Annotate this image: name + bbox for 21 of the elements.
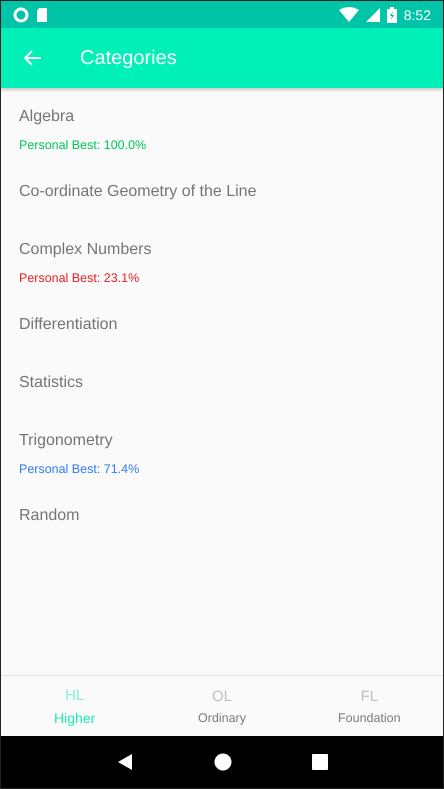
back-icon[interactable] xyxy=(116,753,134,771)
status-time: 8:52 xyxy=(404,6,431,22)
category-item[interactable]: Differentiation xyxy=(19,314,118,336)
battery-icon xyxy=(386,6,397,22)
circle-icon xyxy=(13,6,29,22)
personal-best-score: Personal Best: 23.1% xyxy=(19,270,140,286)
sd-card-icon xyxy=(36,6,48,22)
category-item[interactable]: Trigonometry xyxy=(19,430,113,452)
category-item[interactable]: Random xyxy=(19,505,80,527)
personal-best-score: Personal Best: 100.0% xyxy=(19,137,146,153)
category-item[interactable]: Co-ordinate Geometry of the Line xyxy=(19,181,256,203)
screen-title: Categories xyxy=(80,46,177,70)
signal-icon xyxy=(366,8,380,22)
category-item[interactable]: Complex Numbers xyxy=(19,239,152,261)
category-item[interactable]: Algebra xyxy=(19,106,74,128)
category-item[interactable]: Statistics xyxy=(19,372,84,394)
level-tab[interactable]: OL Ordinary xyxy=(148,676,296,736)
home-icon[interactable] xyxy=(214,753,232,771)
level-tab[interactable]: FL Foundation xyxy=(296,676,443,736)
personal-best-score: Personal Best: 71.4% xyxy=(19,461,140,477)
wifi-icon xyxy=(338,6,359,22)
